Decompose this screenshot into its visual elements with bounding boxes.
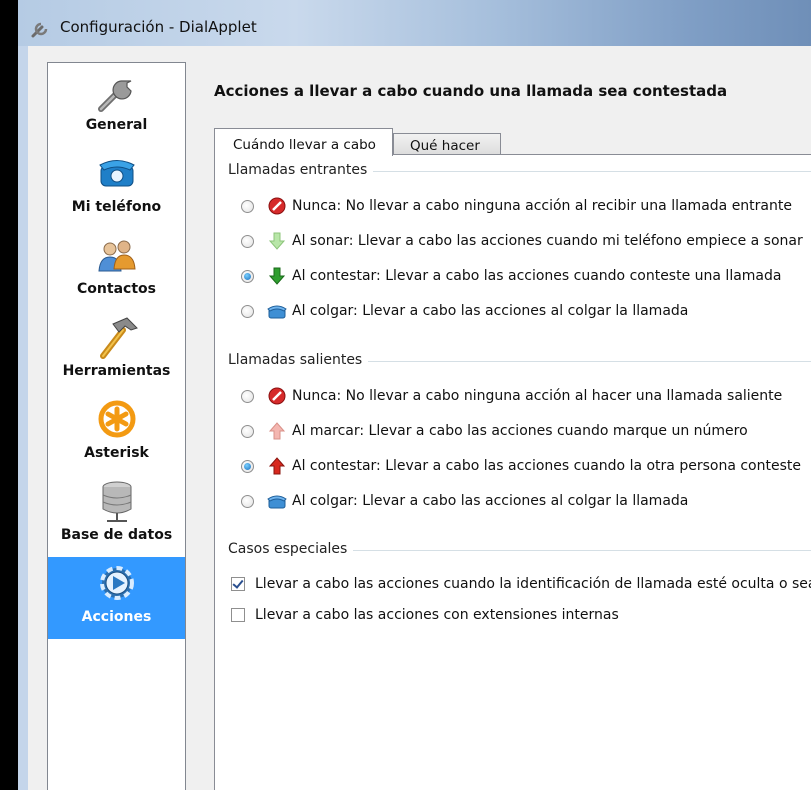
phone-hangup-icon [267, 305, 287, 319]
sidebar-item-label: Contactos [77, 281, 156, 297]
radio-option-outgoing-answer[interactable]: Al contestar: Llevar a cabo las acciones… [241, 455, 801, 477]
checkbox-option-internal-extensions[interactable]: Llevar a cabo las acciones con extension… [231, 604, 619, 626]
sidebar-item-label: Acciones [81, 609, 152, 625]
sidebar-item-label: General [85, 117, 148, 133]
sidebar-item-contactos[interactable]: Contactos [48, 229, 185, 311]
sidebar-item-herramientas[interactable]: Herramientas [48, 311, 185, 393]
radio-option-incoming-hangup[interactable]: Al colgar: Llevar a cabo las acciones al… [241, 300, 688, 322]
radio-button[interactable] [241, 304, 254, 318]
category-sidebar: General Mi teléfono Contactos Herramient… [47, 62, 186, 790]
radio-option-incoming-never[interactable]: Nunca: No llevar a cabo ninguna acción a… [241, 195, 792, 217]
radio-button[interactable] [241, 234, 254, 248]
light-red-arrow-up-icon [268, 422, 286, 440]
client-area: General Mi teléfono Contactos Herramient… [28, 46, 811, 790]
option-label: Al marcar: Llevar a cabo las acciones cu… [292, 423, 748, 439]
tab-que-hacer[interactable]: Qué hacer [393, 133, 501, 155]
radio-option-outgoing-never[interactable]: Nunca: No llevar a cabo ninguna acción a… [241, 385, 782, 407]
phone-icon [98, 160, 135, 187]
group-title-incoming: Llamadas entrantes [228, 162, 374, 178]
option-label: Nunca: No llevar a cabo ninguna acción a… [292, 198, 792, 214]
wrench-app-icon [31, 22, 48, 38]
checkbox-checked[interactable] [231, 577, 245, 591]
option-label: Al contestar: Llevar a cabo las acciones… [292, 458, 801, 474]
radio-button-selected[interactable] [241, 459, 254, 473]
config-window: Configuración - DialApplet General Mi te… [18, 0, 811, 790]
sidebar-item-label: Base de datos [60, 527, 173, 543]
content-area: Acciones a llevar a cabo cuando una llam… [214, 70, 811, 790]
gear-icon [99, 566, 134, 600]
option-label: Llevar a cabo las acciones con extension… [255, 607, 619, 623]
window-title: Configuración - DialApplet [60, 18, 257, 36]
checkbox-option-hidden-caller-id[interactable]: Llevar a cabo las acciones cuando la ide… [231, 573, 811, 595]
database-icon [102, 481, 131, 522]
page-title: Acciones a llevar a cabo cuando una llam… [214, 82, 728, 100]
option-label: Al contestar: Llevar a cabo las acciones… [292, 268, 782, 284]
option-label: Llevar a cabo las acciones cuando la ide… [255, 576, 811, 592]
green-arrow-down-icon [268, 267, 286, 285]
hammer-icon [99, 317, 138, 359]
radio-option-outgoing-dial[interactable]: Al marcar: Llevar a cabo las acciones cu… [241, 420, 748, 442]
wrench-icon [97, 80, 132, 112]
no-entry-icon [268, 387, 286, 405]
red-arrow-up-icon [268, 457, 286, 475]
checkbox[interactable] [231, 608, 245, 622]
light-green-arrow-down-icon [268, 232, 286, 250]
radio-option-incoming-ring[interactable]: Al sonar: Llevar a cabo las acciones cua… [241, 230, 803, 252]
sidebar-item-label: Mi teléfono [71, 199, 162, 215]
asterisk-icon [98, 400, 135, 438]
radio-button[interactable] [241, 389, 254, 403]
group-title-outgoing: Llamadas salientes [228, 352, 369, 368]
phone-hangup-icon [267, 495, 287, 509]
title-bar[interactable]: Configuración - DialApplet [18, 0, 811, 46]
radio-button-selected[interactable] [241, 269, 254, 283]
screen-edge [0, 0, 18, 790]
sidebar-item-mi-telefono[interactable]: Mi teléfono [48, 147, 185, 229]
sidebar-item-acciones[interactable]: Acciones [48, 557, 185, 639]
radio-option-outgoing-hangup[interactable]: Al colgar: Llevar a cabo las acciones al… [241, 490, 688, 512]
sidebar-item-label: Asterisk [84, 445, 149, 461]
radio-button[interactable] [241, 494, 254, 508]
contacts-icon [97, 240, 136, 272]
option-label: Nunca: No llevar a cabo ninguna acción a… [292, 388, 783, 404]
sidebar-item-general[interactable]: General [48, 65, 185, 147]
tab-cuando-llevar-a-cabo[interactable]: Cuándo llevar a cabo [214, 128, 393, 156]
radio-button[interactable] [241, 199, 254, 213]
radio-option-incoming-answer[interactable]: Al contestar: Llevar a cabo las acciones… [241, 265, 781, 287]
option-label: Al colgar: Llevar a cabo las acciones al… [292, 303, 689, 319]
option-label: Al sonar: Llevar a cabo las acciones cua… [292, 233, 803, 249]
tab-panel: Llamadas entrantes Nunca: No llevar a ca… [214, 154, 811, 790]
group-title-special: Casos especiales [228, 541, 354, 557]
sidebar-item-asterisk[interactable]: Asterisk [48, 393, 185, 475]
sidebar-item-base-de-datos[interactable]: Base de datos [48, 475, 185, 557]
radio-button[interactable] [241, 424, 254, 438]
option-label: Al colgar: Llevar a cabo las acciones al… [292, 493, 689, 509]
no-entry-icon [268, 197, 286, 215]
sidebar-item-label: Herramientas [62, 363, 171, 379]
